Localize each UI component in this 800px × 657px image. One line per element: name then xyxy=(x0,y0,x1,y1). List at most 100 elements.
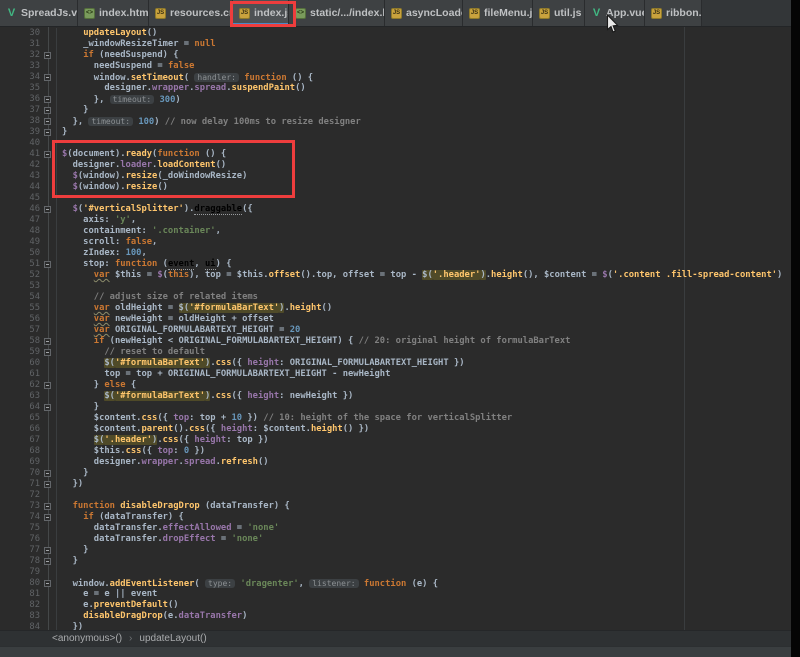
fold-icon[interactable] xyxy=(44,547,51,554)
tab-spreadjs-vue[interactable]: VSpreadJs.vue× xyxy=(0,0,78,26)
code-line[interactable]: disableDragDrop(e.dataTransfer) xyxy=(62,611,782,622)
fold-icon[interactable] xyxy=(44,118,51,125)
code-line[interactable]: }, timeout: 100) // now delay 100ms to r… xyxy=(62,116,782,127)
code-line[interactable]: e = e || event xyxy=(62,589,782,600)
code-line[interactable]: }) xyxy=(62,622,782,630)
line-number: 55 xyxy=(0,303,40,314)
line-number: 52 xyxy=(0,270,40,281)
code-line[interactable]: $('#formulaBarText').css({ height: newHe… xyxy=(62,391,782,402)
fold-icon[interactable] xyxy=(44,404,51,411)
code-line[interactable]: top = top + ORIGINAL_FORMULABARTEXT_HEIG… xyxy=(62,369,782,380)
fold-icon[interactable] xyxy=(44,558,51,565)
code-line[interactable]: } else { xyxy=(62,380,782,391)
code-line[interactable]: updateLayout() xyxy=(62,28,782,39)
code-line[interactable]: $this.css({ top: 0 }) xyxy=(62,446,782,457)
code-line[interactable]: axis: 'y', xyxy=(62,215,782,226)
line-number: 38 xyxy=(0,116,40,127)
tab-label: fileMenu.js xyxy=(484,7,533,19)
code-line[interactable]: scroll: false, xyxy=(62,237,782,248)
code-line[interactable]: // adjust size of related items xyxy=(62,292,782,303)
code-line[interactable]: if (needSuspend) { xyxy=(62,50,782,61)
fold-icon[interactable] xyxy=(44,338,51,345)
line-number: 83 xyxy=(0,611,40,622)
line-number: 41 xyxy=(0,149,40,160)
code-line[interactable]: dataTransfer.effectAllowed = 'none' xyxy=(62,523,782,534)
code-line[interactable]: $('.header').css({ height: top }) xyxy=(62,435,782,446)
fold-icon[interactable] xyxy=(44,349,51,356)
fold-icon[interactable] xyxy=(44,151,51,158)
fold-icon[interactable] xyxy=(44,206,51,213)
fold-icon[interactable] xyxy=(44,382,51,389)
line-number: 61 xyxy=(0,369,40,380)
code-line[interactable]: if (newHeight < ORIGINAL_FORMULABARTEXT_… xyxy=(62,336,782,347)
code-line[interactable]: }, timeout: 300) xyxy=(62,94,782,105)
tab-label: SpreadJs.vue xyxy=(21,7,78,19)
tab-util-js[interactable]: JSutil.js× xyxy=(533,0,585,26)
line-number: 60 xyxy=(0,358,40,369)
line-number: 77 xyxy=(0,545,40,556)
code-line[interactable]: } xyxy=(62,545,782,556)
fold-icon[interactable] xyxy=(44,52,51,59)
tab-resources-cn-js[interactable]: JSresources.cn.js× xyxy=(149,0,233,26)
fold-icon[interactable] xyxy=(44,96,51,103)
fold-icon[interactable] xyxy=(44,580,51,587)
status-bar xyxy=(0,646,791,657)
code-line[interactable]: zIndex: 100, xyxy=(62,248,782,259)
code-line[interactable]: } xyxy=(62,127,782,138)
tab-index-html[interactable]: <>index.html× xyxy=(78,0,149,26)
code-line[interactable]: stop: function (event, ui) { xyxy=(62,259,782,270)
line-number: 42 xyxy=(0,160,40,171)
code-line[interactable]: $('#formulaBarText').css({ height: ORIGI… xyxy=(62,358,782,369)
code-line[interactable]: } xyxy=(62,105,782,116)
code-line[interactable]: $content.parent().css({ height: $content… xyxy=(62,424,782,435)
code-line[interactable] xyxy=(62,281,782,292)
code-line[interactable]: window.addEventListener( type: 'dragente… xyxy=(62,578,782,589)
html-file-icon: <> xyxy=(295,8,306,19)
code-line[interactable]: containment: '.container', xyxy=(62,226,782,237)
breadcrumb-item-anonymous[interactable]: <anonymous>() xyxy=(52,633,122,644)
code-line[interactable] xyxy=(62,567,782,578)
code-line[interactable]: var $this = $(this), top = $this.offset(… xyxy=(62,270,782,281)
code-line[interactable]: designer.wrapper.spread.refresh() xyxy=(62,457,782,468)
fold-icon[interactable] xyxy=(44,470,51,477)
line-number: 49 xyxy=(0,237,40,248)
code-line[interactable]: e.preventDefault() xyxy=(62,600,782,611)
code-line[interactable]: } xyxy=(62,556,782,567)
code-line[interactable]: var oldHeight = $('#formulaBarText').hei… xyxy=(62,303,782,314)
line-number: 62 xyxy=(0,380,40,391)
line-number: 76 xyxy=(0,534,40,545)
fold-icon[interactable] xyxy=(44,503,51,510)
tab-asyncloader-js[interactable]: JSasyncLoader.js× xyxy=(385,0,463,26)
tab-static-index-html[interactable]: <>static/.../index.html× xyxy=(289,0,385,26)
code-area[interactable]: updateLayout() _windowResizeTimer = null… xyxy=(58,28,782,630)
breadcrumb-item-updatelayout[interactable]: updateLayout() xyxy=(139,633,206,644)
fold-icon[interactable] xyxy=(44,481,51,488)
fold-icon[interactable] xyxy=(44,107,51,114)
code-line[interactable]: $content.css({ top: top + 10 }) // 10: h… xyxy=(62,413,782,424)
js-file-icon: JS xyxy=(469,8,480,19)
code-line[interactable]: // reset to default xyxy=(62,347,782,358)
code-line[interactable]: var ORIGINAL_FORMULABARTEXT_HEIGHT = 20 xyxy=(62,325,782,336)
code-line[interactable]: function disableDragDrop (dataTransfer) … xyxy=(62,501,782,512)
code-line[interactable]: }) xyxy=(62,479,782,490)
fold-icon[interactable] xyxy=(44,261,51,268)
fold-icon[interactable] xyxy=(44,514,51,521)
code-line[interactable]: $('#verticalSplitter').draggable({ xyxy=(62,204,782,215)
tab-ribbon-js[interactable]: JSribbon.js× xyxy=(645,0,702,26)
code-line[interactable] xyxy=(62,490,782,501)
code-line[interactable]: } xyxy=(62,402,782,413)
code-line[interactable]: designer.wrapper.spread.suspendPaint() xyxy=(62,83,782,94)
code-line[interactable]: } xyxy=(62,468,782,479)
code-line[interactable]: dataTransfer.dropEffect = 'none' xyxy=(62,534,782,545)
code-line[interactable]: var newHeight = oldHeight + offset xyxy=(62,314,782,325)
code-line[interactable]: needSuspend = false xyxy=(62,61,782,72)
line-number: 36 xyxy=(0,94,40,105)
tab-filemenu-js[interactable]: JSfileMenu.js× xyxy=(463,0,533,26)
code-line[interactable]: if (dataTransfer) { xyxy=(62,512,782,523)
code-line[interactable]: window.setTimeout( handler: function () … xyxy=(62,72,782,83)
code-line[interactable]: _windowResizeTimer = null xyxy=(62,39,782,50)
fold-icon[interactable] xyxy=(44,74,51,81)
editor[interactable]: 3031323334353637383940414243444546474849… xyxy=(0,27,791,630)
line-number: 37 xyxy=(0,105,40,116)
fold-icon[interactable] xyxy=(44,129,51,136)
